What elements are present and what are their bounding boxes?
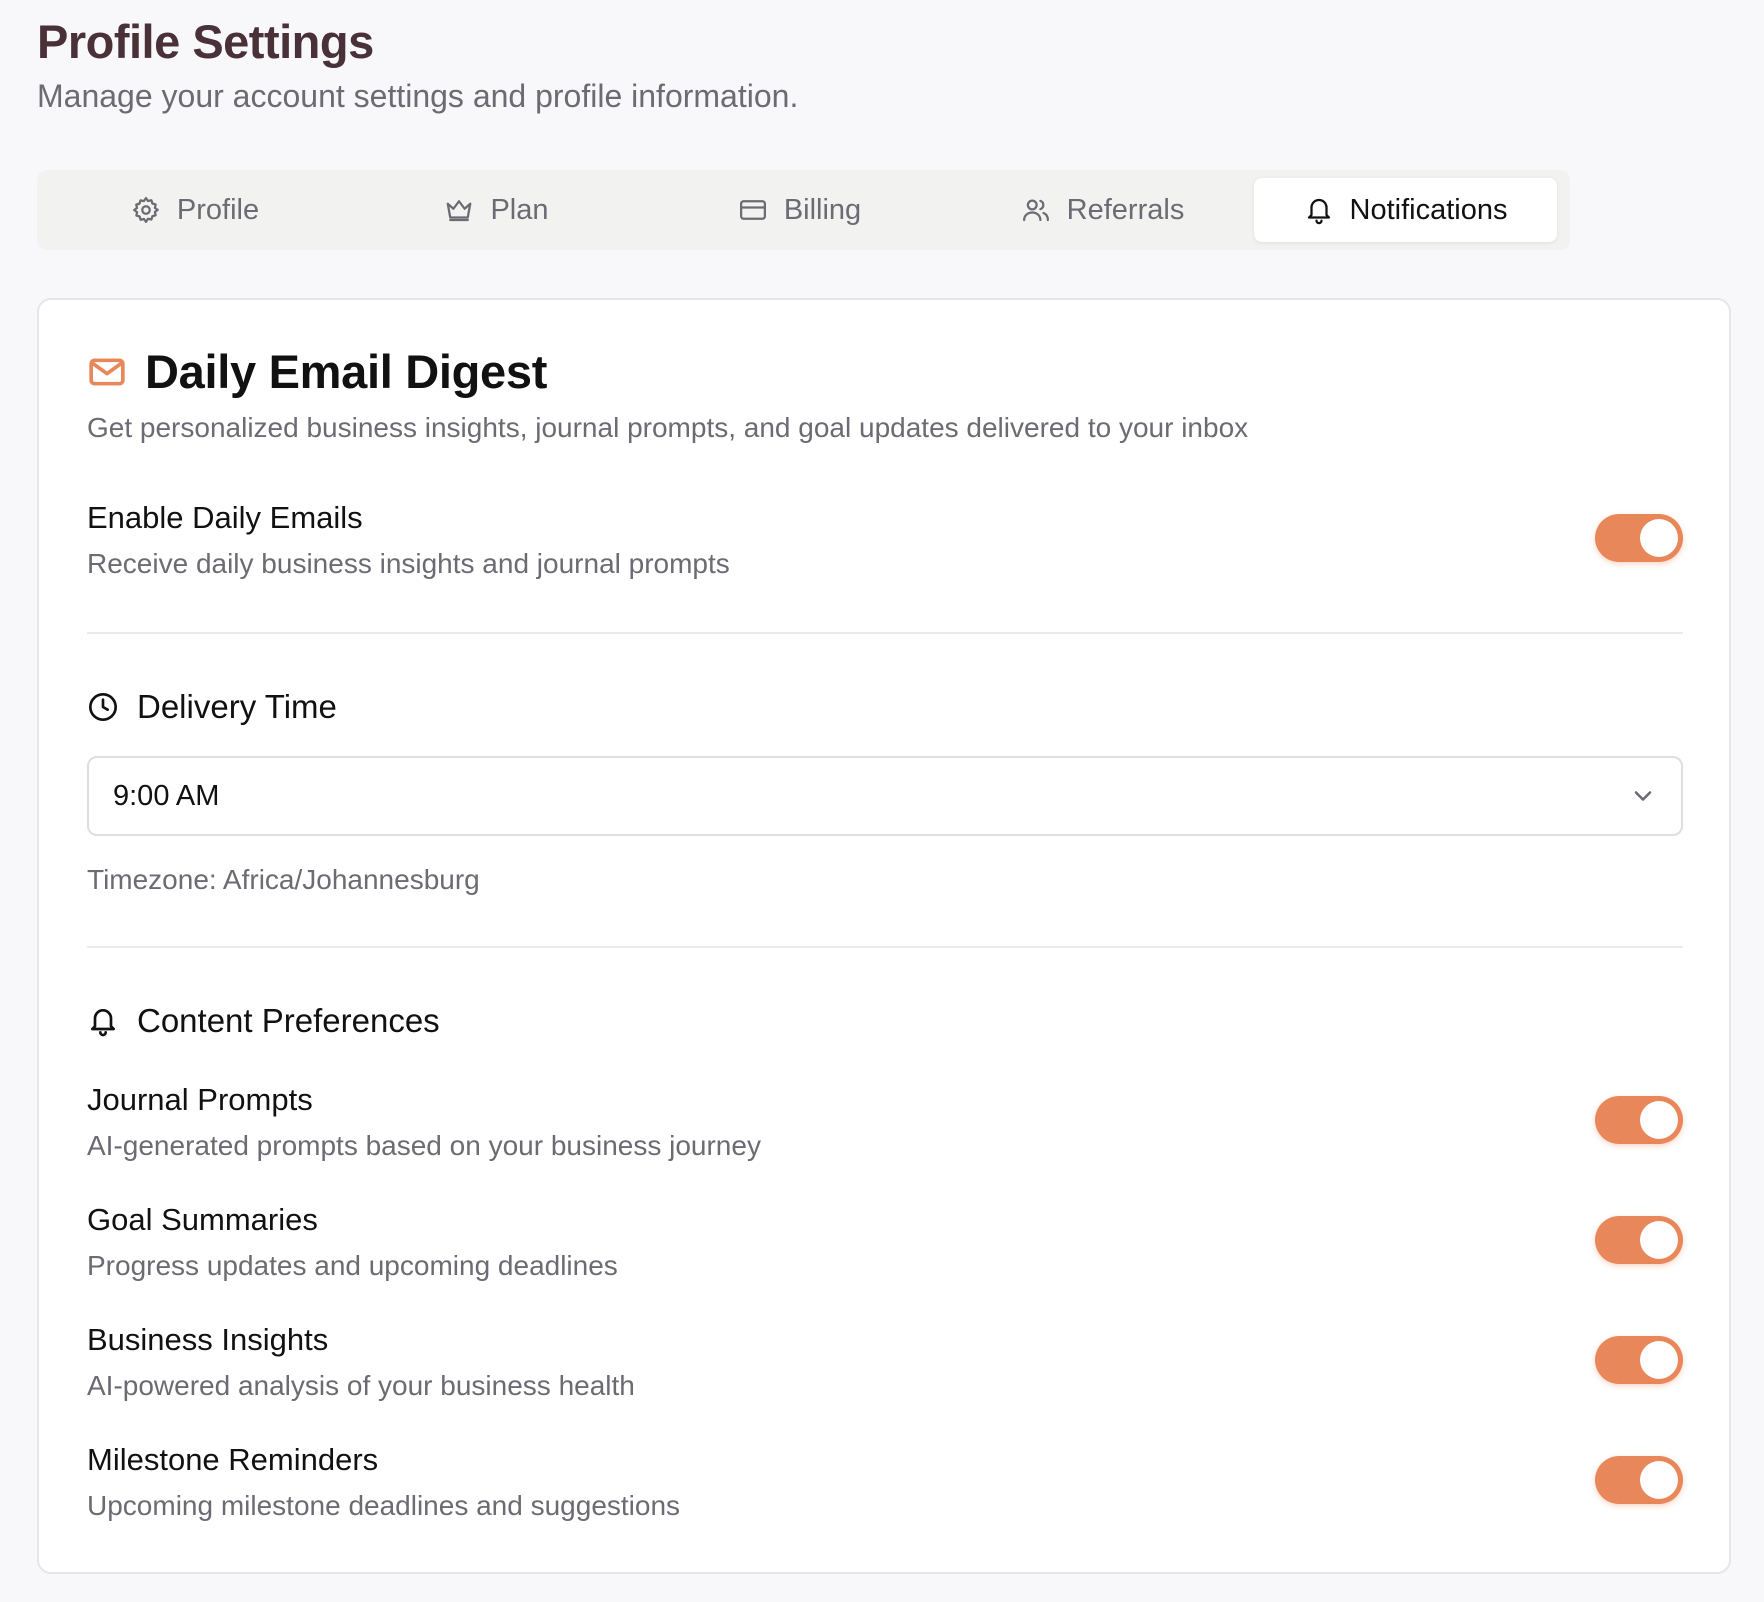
milestone-reminders-row: Milestone Reminders Upcoming milestone d… — [87, 1442, 1683, 1522]
page-title: Profile Settings — [37, 15, 374, 68]
business-insights-label: Business Insights — [87, 1322, 329, 1357]
delivery-time-heading: Delivery Time — [87, 688, 337, 726]
goal-summaries-label: Goal Summaries — [87, 1202, 318, 1237]
toggle-knob — [1640, 1101, 1678, 1139]
divider — [87, 946, 1683, 948]
content-preferences-title: Content Preferences — [137, 1002, 440, 1039]
divider — [87, 632, 1683, 634]
journal-prompts-toggle[interactable] — [1595, 1096, 1683, 1144]
bell-icon — [91, 1009, 115, 1037]
goal-summaries-description: Progress updates and upcoming deadlines — [87, 1250, 618, 1281]
enable-daily-emails-label: Enable Daily Emails — [87, 500, 363, 535]
toggle-knob — [1640, 519, 1678, 557]
clock-icon — [89, 693, 117, 721]
business-insights-row: Business Insights AI-powered analysis of… — [87, 1322, 1683, 1402]
business-insights-toggle[interactable] — [1595, 1336, 1683, 1384]
toggle-knob — [1640, 1221, 1678, 1259]
page-subtitle: Manage your account settings and profile… — [37, 78, 799, 114]
goal-summaries-row: Goal Summaries Progress updates and upco… — [87, 1202, 1683, 1282]
crown-icon — [447, 200, 472, 222]
users-icon — [1022, 199, 1049, 222]
business-insights-description: AI-powered analysis of your business hea… — [87, 1370, 635, 1401]
daily-email-digest-card: Daily Email Digest Get personalized busi… — [37, 298, 1731, 1574]
goal-summaries-toggle[interactable] — [1595, 1216, 1683, 1264]
milestone-reminders-toggle[interactable] — [1595, 1456, 1683, 1504]
bell-icon — [1307, 198, 1330, 225]
tab-profile[interactable]: Profile — [45, 178, 345, 242]
milestone-reminders-description: Upcoming milestone deadlines and suggest… — [87, 1490, 681, 1521]
timezone-text: Timezone: Africa/Johannesburg — [87, 864, 480, 895]
enable-daily-emails-row: Enable Daily Emails Receive daily busine… — [87, 500, 1683, 580]
tab-billing-label: Billing — [783, 193, 862, 226]
credit-card-icon — [739, 200, 766, 220]
tab-plan[interactable]: Plan — [345, 178, 648, 242]
settings-tabs: Profile Plan Billing Referrals Notificat… — [37, 170, 1570, 250]
journal-prompts-label: Journal Prompts — [87, 1082, 313, 1117]
milestone-reminders-label: Milestone Reminders — [87, 1442, 379, 1477]
enable-daily-emails-description: Receive daily business insights and jour… — [87, 548, 730, 579]
journal-prompts-description: AI-generated prompts based on your busin… — [87, 1130, 761, 1161]
card-header: Daily Email Digest — [87, 344, 547, 399]
mail-icon — [89, 358, 125, 385]
tab-referrals-label: Referrals — [1066, 193, 1185, 226]
card-description: Get personalized business insights, jour… — [87, 412, 1249, 443]
tab-profile-label: Profile — [176, 193, 260, 226]
delivery-time-title: Delivery Time — [137, 688, 337, 725]
tab-notifications-label: Notifications — [1349, 193, 1508, 226]
gear-icon — [132, 197, 159, 223]
delivery-time-select[interactable]: 9:00 AM — [87, 756, 1683, 836]
toggle-knob — [1640, 1341, 1678, 1379]
content-preferences-heading: Content Preferences — [87, 1002, 440, 1040]
chevron-down-icon — [1634, 791, 1652, 801]
tab-billing[interactable]: Billing — [648, 178, 951, 242]
toggle-knob — [1640, 1461, 1678, 1499]
tab-plan-label: Plan — [490, 193, 549, 226]
tab-referrals[interactable]: Referrals — [951, 178, 1254, 242]
card-title: Daily Email Digest — [145, 345, 548, 398]
enable-daily-emails-toggle[interactable] — [1595, 514, 1683, 562]
journal-prompts-row: Journal Prompts AI-generated prompts bas… — [87, 1082, 1683, 1162]
delivery-time-value: 9:00 AM — [113, 779, 220, 812]
profile-settings-page: Profile Settings Manage your account set… — [0, 0, 1764, 1602]
tab-notifications[interactable]: Notifications — [1254, 178, 1557, 242]
